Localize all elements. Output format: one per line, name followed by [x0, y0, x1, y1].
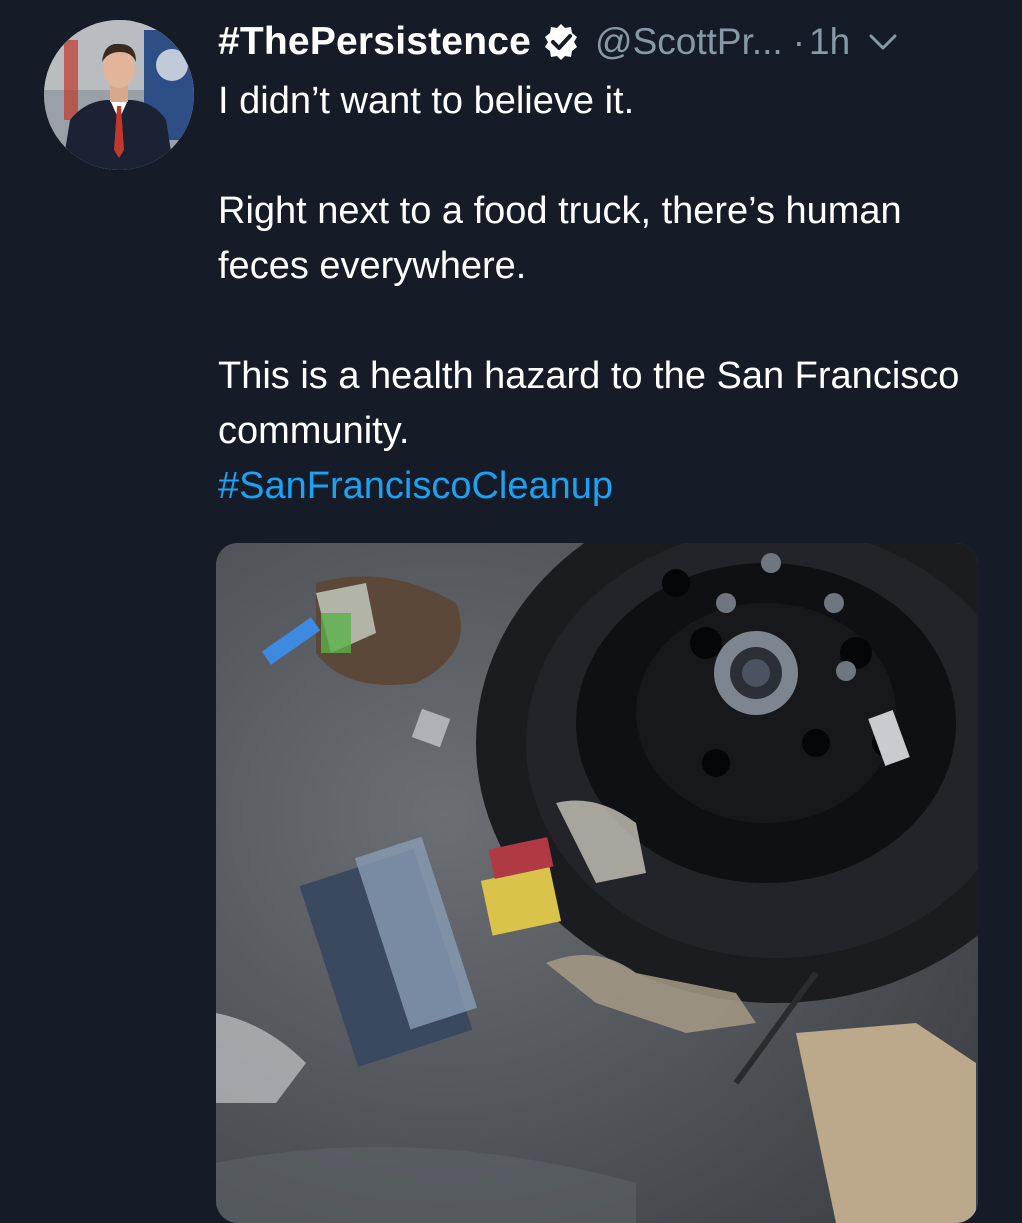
- chevron-down-icon[interactable]: [868, 32, 898, 52]
- separator-dot: ·: [792, 21, 806, 62]
- hashtag-link[interactable]: #SanFranciscoCleanup: [218, 465, 613, 507]
- tweet-line-2: Right next to a food truck, there’s huma…: [218, 190, 902, 287]
- user-handle[interactable]: @ScottPr...: [595, 21, 783, 63]
- tweet[interactable]: #ThePersistence @ScottPr... · 1h I didn’…: [0, 0, 1022, 1223]
- tweet-header: #ThePersistence @ScottPr... · 1h: [218, 14, 998, 70]
- tweet-media-image[interactable]: [216, 543, 978, 1223]
- tweet-line-3: This is a health hazard to the San Franc…: [218, 355, 960, 452]
- avatar[interactable]: [44, 20, 194, 170]
- tweet-text: I didn’t want to believe it. Right next …: [218, 74, 998, 514]
- tweet-line-1: I didn’t want to believe it.: [218, 80, 635, 122]
- verified-badge-icon: [541, 22, 581, 62]
- display-name[interactable]: #ThePersistence: [218, 20, 531, 64]
- timestamp[interactable]: 1h: [809, 21, 850, 63]
